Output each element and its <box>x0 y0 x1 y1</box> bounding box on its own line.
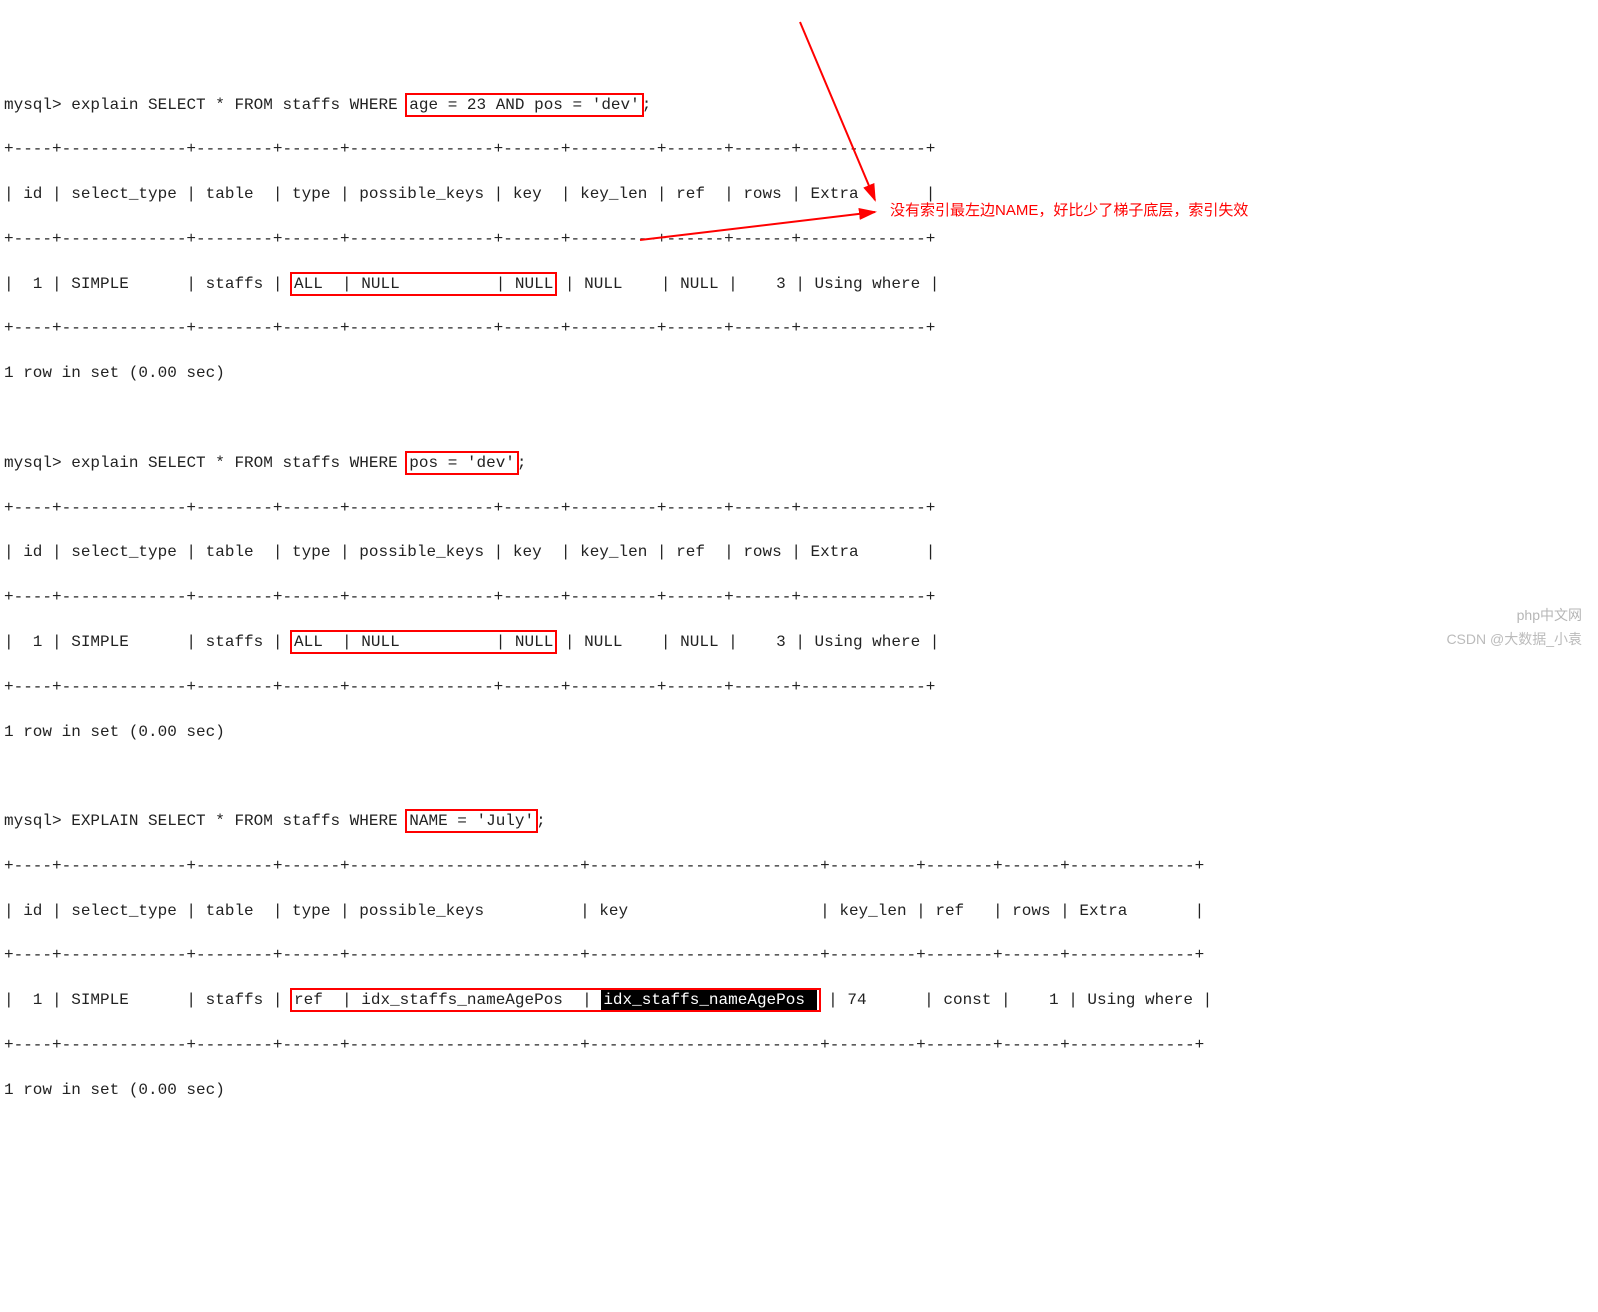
query2-command: mysql> explain SELECT * FROM staffs WHER… <box>4 452 1594 474</box>
key-highlight: idx_staffs_nameAgePos <box>601 990 816 1010</box>
annotation-text: 没有索引最左边NAME，好比少了梯子底层，索引失效 <box>890 200 1248 221</box>
table-border: +----+-------------+--------+------+----… <box>4 1034 1594 1056</box>
type-highlight: ALL | NULL | NULL <box>290 272 557 296</box>
query2-where-highlight: pos = 'dev' <box>405 451 519 475</box>
table-border: +----+-------------+--------+------+----… <box>4 138 1594 160</box>
table-row: | 1 | SIMPLE | staffs | ref | idx_staffs… <box>4 989 1594 1011</box>
table-border: +----+-------------+--------+------+----… <box>4 228 1594 250</box>
type-highlight: ref | idx_staffs_nameAgePos | idx_staffs… <box>290 988 821 1012</box>
table-border: +----+-------------+--------+------+----… <box>4 944 1594 966</box>
table-border: +----+-------------+--------+------+----… <box>4 676 1594 698</box>
table-row: | 1 | SIMPLE | staffs | ALL | NULL | NUL… <box>4 631 1594 653</box>
table-row: | 1 | SIMPLE | staffs | ALL | NULL | NUL… <box>4 273 1594 295</box>
result-footer: 1 row in set (0.00 sec) <box>4 362 1594 384</box>
query3-command: mysql> EXPLAIN SELECT * FROM staffs WHER… <box>4 810 1594 832</box>
table-border: +----+-------------+--------+------+----… <box>4 586 1594 608</box>
watermark-php: php中文网 <box>1517 606 1582 626</box>
table-border: +----+-------------+--------+------+----… <box>4 855 1594 877</box>
table-header: | id | select_type | table | type | poss… <box>4 541 1594 563</box>
result-footer: 1 row in set (0.00 sec) <box>4 721 1594 743</box>
query1-where-highlight: age = 23 AND pos = 'dev' <box>405 93 643 117</box>
table-header: | id | select_type | table | type | poss… <box>4 183 1594 205</box>
table-border: +----+-------------+--------+------+----… <box>4 317 1594 339</box>
type-highlight: ALL | NULL | NULL <box>290 630 557 654</box>
query1-command: mysql> explain SELECT * FROM staffs WHER… <box>4 94 1594 116</box>
table-header: | id | select_type | table | type | poss… <box>4 900 1594 922</box>
table-border: +----+-------------+--------+------+----… <box>4 497 1594 519</box>
result-footer: 1 row in set (0.00 sec) <box>4 1079 1594 1101</box>
watermark-csdn: CSDN @大数据_小袁 <box>1446 630 1582 650</box>
query3-where-highlight: NAME = 'July' <box>405 809 538 833</box>
